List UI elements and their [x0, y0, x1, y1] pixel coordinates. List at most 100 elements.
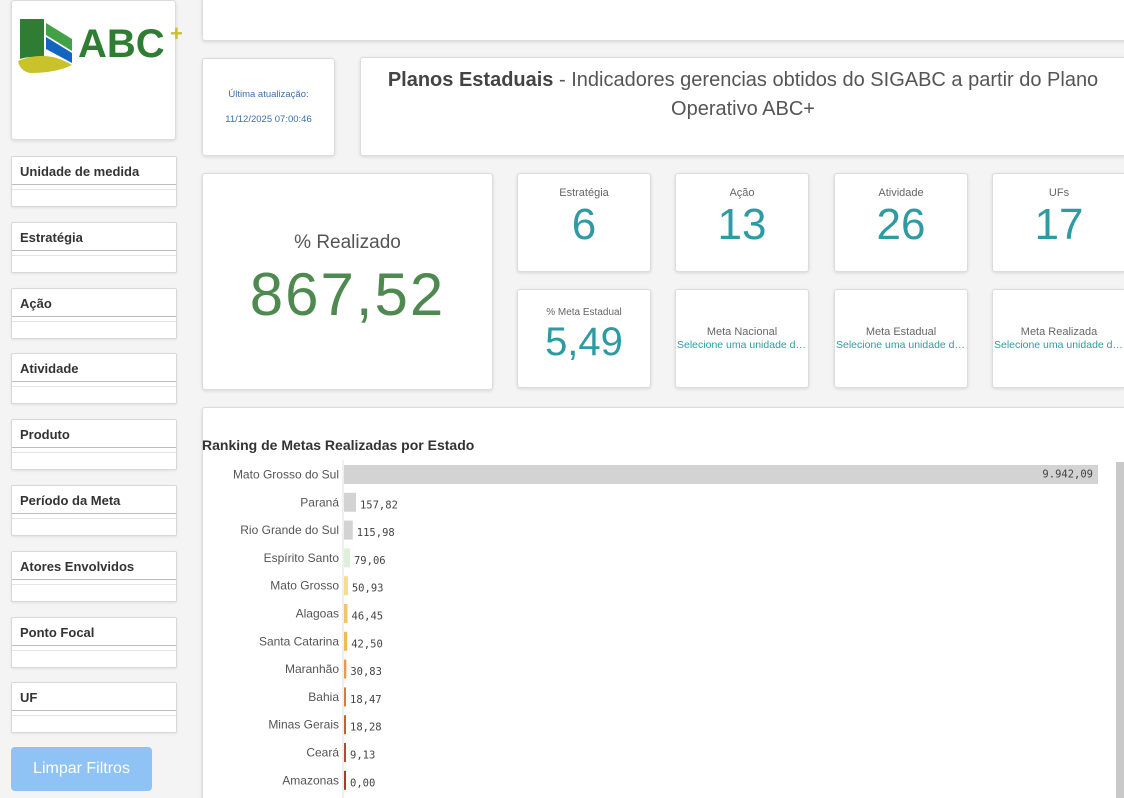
- category-label: Maranhão: [285, 662, 339, 676]
- kpi-label: Meta Estadual: [865, 326, 937, 338]
- bar[interactable]: [344, 631, 348, 651]
- kpi-realizado: % Realizado 867,52: [202, 173, 493, 390]
- bar-value-label: 9,13: [350, 750, 375, 762]
- filter-pane[interactable]: Atividade: [11, 353, 177, 405]
- filter-pane[interactable]: Atores Envolvidos: [11, 550, 177, 602]
- bar-value-label: 79,06: [354, 555, 386, 567]
- last-update-value: 11/12/2025 07:00:46: [225, 114, 312, 125]
- kpi-realizado-value: 867,52: [249, 261, 446, 328]
- bar[interactable]: [344, 715, 346, 735]
- last-update-card: Última atualização: 11/12/2025 07:00:46: [202, 58, 335, 156]
- bar[interactable]: [344, 770, 346, 790]
- filter-pane[interactable]: Produto: [11, 419, 177, 471]
- bar[interactable]: [344, 743, 346, 762]
- category-label: Rio Grande do Sul: [240, 523, 339, 537]
- kpi-ufs: UFs 17: [992, 173, 1124, 272]
- bar-value-label: 115,98: [357, 527, 395, 539]
- kpi-meta-estadual: Meta Estadual Selecione uma unidade de .…: [834, 289, 968, 388]
- bar[interactable]: [344, 659, 347, 679]
- filter-selection-bar[interactable]: [12, 254, 176, 272]
- filter-label: UF: [12, 683, 176, 712]
- filter-label: Atividade: [12, 354, 176, 383]
- kpi-atividade: Atividade 26: [834, 173, 968, 272]
- filter-pane[interactable]: Ponto Focal: [11, 616, 177, 668]
- top-bar: [202, 0, 1124, 41]
- last-update-label: Última atualização:: [228, 89, 309, 100]
- bar[interactable]: [344, 465, 1098, 484]
- bar[interactable]: [344, 492, 356, 512]
- kpi-value: Selecione uma unidade de ...: [994, 339, 1124, 351]
- category-label: Bahia: [308, 690, 339, 704]
- category-label: Paraná: [300, 495, 339, 509]
- kpi-label: Estratégia: [559, 187, 609, 199]
- kpi-label: UFs: [1048, 187, 1070, 199]
- kpi-value: 26: [876, 200, 926, 249]
- kpi-estrategia: Estratégia 6: [517, 173, 651, 272]
- category-label: Ceará: [306, 746, 339, 760]
- filter-pane[interactable]: UF: [11, 682, 177, 734]
- kpi-label: Meta Nacional: [706, 326, 778, 338]
- bar-value-label: 42,50: [351, 638, 383, 650]
- filter-selection-bar[interactable]: [12, 583, 176, 601]
- kpi-value: Selecione uma unidade de ...: [836, 339, 967, 351]
- chart-scrollbar[interactable]: [1116, 462, 1124, 798]
- filter-label: Período da Meta: [12, 486, 176, 514]
- filter-selection-bar[interactable]: [12, 518, 176, 535]
- kpi-meta-nacional: Meta Nacional Selecione uma unidade de .…: [675, 289, 809, 388]
- bar-value-label: 9.942,09: [1042, 469, 1093, 481]
- kpi-value: 5,49: [545, 320, 623, 364]
- bar[interactable]: [344, 576, 348, 596]
- category-label: Santa Catarina: [259, 634, 339, 648]
- kpi-value: 13: [717, 200, 767, 249]
- ranking-bar-chart: Mato Grosso do Sul 9.942,09 Paraná 157,82 Ri…: [233, 460, 1098, 798]
- bar[interactable]: [344, 520, 353, 540]
- category-label: Minas Gerais: [268, 718, 339, 732]
- abc-plus-logo: ABC +: [18, 19, 183, 73]
- bar-value-label: 18,47: [350, 694, 382, 706]
- kpi-label: % Meta Estadual: [546, 307, 622, 318]
- category-label: Amazonas: [282, 773, 339, 787]
- filter-label: Estratégia: [12, 223, 176, 251]
- chart-title: Ranking de Metas Realizadas por Estado: [202, 437, 475, 453]
- kpi-value: Selecione uma unidade de ...: [677, 339, 808, 351]
- bar[interactable]: [344, 548, 350, 568]
- bar-value-label: 0,00: [350, 777, 375, 789]
- filter-selection-bar[interactable]: [12, 715, 176, 732]
- filter-selection-bar[interactable]: [12, 320, 176, 338]
- filter-pane[interactable]: Estratégia: [11, 221, 177, 273]
- kpi-value: 6: [571, 200, 597, 249]
- clear-filters-button[interactable]: Limpar Filtros: [11, 747, 152, 791]
- kpi-label: Ação: [729, 187, 755, 199]
- category-label: Alagoas: [296, 607, 339, 621]
- filter-pane[interactable]: Ação: [11, 287, 177, 339]
- bar[interactable]: [344, 604, 348, 623]
- filter-label: Ação: [12, 289, 176, 317]
- filter-pane[interactable]: Período da Meta: [11, 485, 177, 536]
- filter-selection-bar[interactable]: [12, 386, 176, 403]
- filter-label: Unidade de medida: [12, 157, 176, 185]
- kpi-label: Atividade: [878, 187, 924, 199]
- kpi-meta-estadual-pct: % Meta Estadual 5,49: [517, 289, 651, 388]
- kpi-label: Meta Realizada: [1020, 326, 1098, 338]
- kpi-realizado-label: % Realizado: [294, 232, 401, 253]
- kpi-meta-realizada: Meta Realizada Selecione uma unidade de …: [992, 289, 1124, 388]
- filter-label: Produto: [12, 420, 176, 449]
- filter-selection-bar[interactable]: [12, 649, 176, 667]
- filter-pane[interactable]: Unidade de medida: [11, 156, 177, 207]
- category-label: Mato Grosso: [270, 579, 339, 593]
- filter-selection-bar[interactable]: [12, 189, 176, 206]
- bar-value-label: 30,83: [350, 666, 382, 678]
- bar-value-label: 157,82: [360, 499, 398, 511]
- page-title: Planos Estaduais - Indicadores gerencias…: [387, 69, 1099, 120]
- category-label: Mato Grosso do Sul: [233, 468, 339, 482]
- bar-value-label: 46,45: [352, 611, 384, 623]
- svg-text:+: +: [170, 21, 183, 46]
- svg-text:ABC: ABC: [78, 22, 165, 66]
- category-label: Espírito Santo: [264, 551, 340, 565]
- page-title-card: Planos Estaduais - Indicadores gerencias…: [360, 57, 1124, 156]
- bar-value-label: 50,93: [352, 583, 384, 595]
- logo-card: ABC +: [11, 0, 183, 140]
- filter-selection-bar[interactable]: [12, 452, 176, 469]
- filter-label: Atores Envolvidos: [12, 552, 176, 580]
- bar[interactable]: [344, 687, 346, 707]
